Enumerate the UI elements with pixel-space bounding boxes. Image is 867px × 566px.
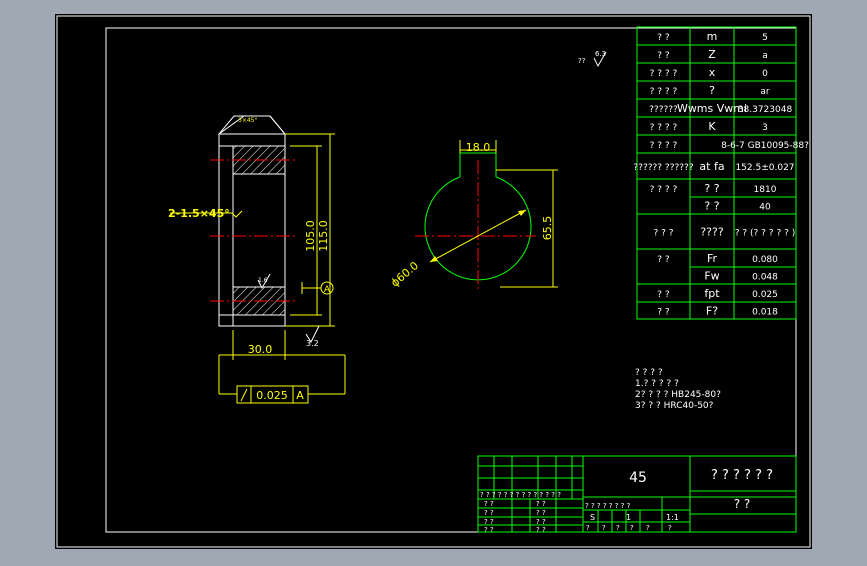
spec-param-5: ? ? ? ?	[650, 123, 678, 133]
spec-value-2: 0	[762, 69, 768, 79]
spec-value-9: 40	[759, 203, 771, 213]
svg-text:? ?: ? ?	[536, 526, 546, 534]
sheet-val-0: S	[590, 513, 595, 522]
spec-param-8: ? ? ? ?	[650, 185, 678, 195]
chamfer-label: 2-1.5×45°	[168, 207, 230, 220]
spec-symbol-0: m	[707, 30, 718, 43]
svg-text:?: ?	[602, 524, 606, 532]
spec-symbol-14: F?	[706, 305, 718, 318]
spec-value-8: 1810	[754, 185, 777, 195]
spec-param-10: ? ? ?	[653, 229, 673, 239]
svg-text:6.3: 6.3	[595, 50, 606, 58]
spec-value-10: ? ? (? ? ? ? ? )	[735, 229, 796, 239]
spec-value-4: 38.3723048	[738, 105, 793, 115]
svg-text:?: ?	[586, 524, 590, 532]
dim-105-label: 105.0	[304, 220, 317, 252]
spec-param-2: ? ? ? ?	[650, 69, 678, 79]
spec-param-3: ? ? ? ?	[650, 87, 678, 97]
key-depth-label: 65.5	[541, 216, 554, 241]
cad-drawing-window: 3×45° 2-1.5×45° 105.0 115.0 30.0 0.025 A…	[0, 0, 867, 562]
svg-text:? ? ? ?: ? ? ? ?	[635, 368, 663, 378]
tolerance-datum: A	[296, 389, 304, 402]
spec-symbol-3: ?	[709, 84, 715, 97]
svg-text:1.6: 1.6	[258, 277, 268, 284]
spec-value-13: 0.025	[752, 290, 778, 300]
drawing-name: ? ? ? ? ? ?	[711, 468, 773, 483]
key-width-label: 18.0	[466, 141, 491, 154]
spec-symbol-2: x	[709, 66, 716, 79]
spec-symbol-7: at fa	[699, 160, 724, 173]
spec-param-7: ?????? ??????	[633, 163, 693, 173]
scale-header: ? ? ? ? ? ? ? ?	[585, 502, 631, 510]
spec-param-6: ? ? ? ?	[650, 141, 678, 151]
svg-text:?: ?	[668, 524, 672, 532]
spec-symbol-1: Z	[708, 48, 716, 61]
spec-value-0: 5	[762, 33, 768, 43]
svg-text:?: ?	[630, 524, 634, 532]
title-header-row: ? ? ? ? ? ? ? ? ? ? ? ? ? ?	[480, 491, 561, 499]
spec-symbol-12: Fw	[704, 270, 719, 283]
svg-text:?: ?	[646, 524, 650, 532]
spec-symbol-11: Fr	[707, 252, 718, 265]
spec-value-11: 0.080	[752, 255, 778, 265]
spec-param-14: ? ?	[657, 308, 670, 318]
spec-value-5: 3	[762, 123, 768, 133]
spec-symbol-10: ????	[700, 226, 724, 239]
dim-115-label: 115.0	[317, 220, 330, 252]
spec-value-7: 152.5±0.027	[735, 163, 794, 173]
svg-text:3.2: 3.2	[306, 339, 319, 348]
drawing-canvas[interactable]: 3×45° 2-1.5×45° 105.0 115.0 30.0 0.025 A…	[0, 0, 867, 562]
svg-text:? ?: ? ?	[536, 500, 546, 508]
tolerance-value: 0.025	[256, 389, 288, 402]
spec-symbol-8: ? ?	[704, 182, 719, 195]
spec-symbol-13: fpt	[704, 287, 720, 300]
svg-text:3? ? ? HRC40-50?: 3? ? ? HRC40-50?	[635, 401, 714, 411]
spec-value-12: 0.048	[752, 273, 778, 283]
model-space	[55, 14, 812, 549]
sheet-val-1: 1	[626, 513, 631, 522]
company-name: ? ?	[734, 497, 751, 511]
spec-param-13: ? ?	[657, 290, 670, 300]
svg-text:? ?: ? ?	[484, 500, 494, 508]
spec-value-6: 8-6-7 GB10095-88?	[721, 141, 809, 151]
svg-text:A: A	[324, 285, 331, 295]
svg-text:? ?: ? ?	[484, 509, 494, 517]
spec-param-11: ? ?	[657, 255, 670, 265]
spec-value-14: 0.018	[752, 308, 778, 318]
svg-text:??: ??	[578, 57, 586, 65]
svg-text:? ?: ? ?	[536, 509, 546, 517]
sheet-val-2: 1:1	[666, 513, 679, 522]
spec-param-0: ? ?	[657, 33, 670, 43]
spec-value-3: ar	[760, 87, 770, 97]
spec-symbol-4: Wwms Vwmi	[677, 102, 747, 115]
svg-text:1.? ? ? ? ?: 1.? ? ? ? ?	[635, 379, 679, 389]
spec-symbol-5: K	[708, 120, 716, 133]
svg-text:? ?: ? ?	[484, 526, 494, 534]
spec-param-1: ? ?	[657, 51, 670, 61]
spec-symbol-9: ? ?	[704, 200, 719, 213]
material-label: 45	[629, 470, 647, 486]
spec-value-1: a	[762, 51, 768, 61]
dim-30-label: 30.0	[248, 343, 273, 356]
spec-param-4: ??????	[649, 105, 678, 115]
svg-text:? ?: ? ?	[536, 518, 546, 526]
svg-text:?: ?	[616, 524, 620, 532]
chamfer-small-label: 3×45°	[238, 117, 257, 124]
svg-text:? ?: ? ?	[484, 518, 494, 526]
svg-text:2? ? ? ? HB245-80?: 2? ? ? ? HB245-80?	[635, 390, 721, 400]
